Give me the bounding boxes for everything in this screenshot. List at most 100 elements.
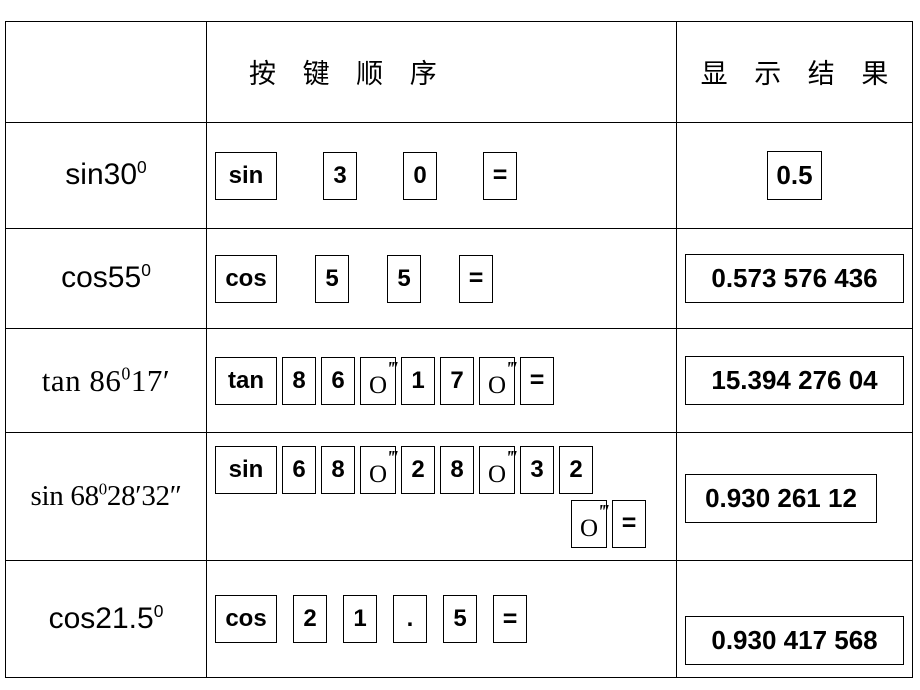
key-sequence-line: cos 5 5 = [215, 254, 670, 303]
expression-label: sin 68028′32″ [6, 480, 206, 513]
key-button-degree-minute-second[interactable]: O ‴ [360, 445, 398, 494]
table-row: cos550 cos 5 5 = 0.573 576 436 [5, 228, 913, 329]
key-button-5a[interactable]: 5 [315, 254, 349, 303]
header-cell-blank [5, 21, 207, 123]
key-sequence-cell: cos 5 5 = [206, 228, 677, 329]
result-display-box: 0.930 261 12 [685, 474, 877, 523]
key-button-sin[interactable]: sin [215, 445, 277, 494]
key-button-2[interactable]: 2 [293, 595, 327, 643]
result-cell: 15.394 276 04 [676, 328, 913, 433]
expression-tail: 17′ [130, 362, 171, 398]
key-button-8b[interactable]: 8 [440, 445, 474, 494]
key-sequence-line: sin 3 0 = [215, 151, 670, 200]
expression-cell: sin 68028′32″ [5, 432, 207, 561]
result-display-box: 0.573 576 436 [685, 254, 904, 303]
table-header-row: 按 键 顺 序 显 示 结 果 [5, 21, 913, 123]
key-sequence-line: tan 8 6 O ‴ 1 7 O ‴ = [215, 356, 670, 405]
result-display-box: 0.930 417 568 [685, 615, 904, 665]
key-button-8[interactable]: 8 [321, 445, 355, 494]
expression-label: cos550 [6, 261, 206, 296]
result-wrap: 15.394 276 04 [677, 352, 912, 409]
expression-main: sin 68 [30, 479, 99, 512]
result-cell: 0.5 [676, 122, 913, 229]
expression-main: sin30 [65, 158, 138, 192]
expression-superscript: 0 [98, 479, 107, 499]
result-cell: 0.930 261 12 [676, 432, 913, 561]
header-key-sequence-label: 按 键 顺 序 [249, 59, 446, 91]
key-button-1[interactable]: 1 [401, 356, 435, 405]
expression-main: tan 86 [41, 362, 122, 398]
result-wrap: 0.930 417 568 [677, 570, 912, 669]
expression-main: cos55 [61, 261, 142, 295]
result-cell: 0.930 417 568 [676, 560, 913, 678]
header-blank-label [6, 69, 206, 75]
key-sequence-line: cos 2 1 . 5 = [215, 595, 670, 643]
key-button-degree-minute-second[interactable]: O ‴ [479, 356, 517, 405]
expression-label: sin300 [6, 158, 206, 193]
expression-superscript: 0 [137, 157, 147, 178]
expression-superscript: 0 [141, 260, 151, 281]
key-button-0[interactable]: 0 [403, 151, 437, 200]
key-button-8[interactable]: 8 [282, 356, 316, 405]
header-display-result-label: 显 示 结 果 [700, 59, 898, 91]
header-cell-key-sequence: 按 键 顺 序 [206, 21, 677, 123]
expression-main: cos21.5 [48, 601, 154, 635]
key-sequence-line: sin 6 8 O ‴ 2 8 O ‴ 3 2 [215, 445, 670, 494]
key-button-equals[interactable]: = [520, 356, 554, 405]
key-button-6[interactable]: 6 [282, 445, 316, 494]
key-sequence-line-2: O ‴ = [215, 499, 670, 548]
key-button-2[interactable]: 2 [401, 445, 435, 494]
table-row: tan 86017′ tan 8 6 O ‴ 1 7 O ‴ = 15.394 … [5, 328, 913, 433]
key-button-5b[interactable]: 5 [387, 254, 421, 303]
key-button-cos[interactable]: cos [215, 595, 277, 643]
key-sequence-wrap: cos 5 5 = [207, 251, 676, 307]
key-button-6[interactable]: 6 [321, 356, 355, 405]
slide-page: 按 键 顺 序 显 示 结 果 sin300 sin 3 0 = 0.5 cos… [0, 0, 920, 690]
result-display-box: 15.394 276 04 [685, 356, 904, 405]
result-wrap: 0.5 [677, 147, 912, 204]
result-wrap: 0.573 576 436 [677, 250, 912, 307]
calculator-key-sequence-table: 按 键 顺 序 显 示 结 果 sin300 sin 3 0 = 0.5 cos… [5, 21, 913, 678]
table-row: cos21.50 cos 2 1 . 5 = 0.930 417 568 [5, 560, 913, 678]
key-button-5[interactable]: 5 [443, 595, 477, 643]
key-sequence-cell: sin 6 8 O ‴ 2 8 O ‴ 3 2 O ‴ = [206, 432, 677, 561]
key-sequence-wrap: tan 8 6 O ‴ 1 7 O ‴ = [207, 353, 676, 409]
result-wrap: 0.930 261 12 [677, 466, 912, 527]
key-button-degree-minute-second[interactable]: O ‴ [360, 356, 398, 405]
result-display-box: 0.5 [767, 151, 822, 200]
key-sequence-cell: cos 2 1 . 5 = [206, 560, 677, 678]
expression-cell: cos550 [5, 228, 207, 329]
expression-tail: 28′32″ [106, 479, 182, 512]
key-sequence-cell: sin 3 0 = [206, 122, 677, 229]
key-button-tan[interactable]: tan [215, 356, 277, 405]
key-sequence-wrap: sin 3 0 = [207, 148, 676, 204]
key-button-degree-minute-second[interactable]: O ‴ [571, 499, 609, 548]
expression-cell: tan 86017′ [5, 328, 207, 433]
expression-superscript: 0 [121, 363, 131, 384]
key-button-equals[interactable]: = [459, 254, 493, 303]
expression-superscript: 0 [153, 600, 164, 621]
table-row: sin 68028′32″ sin 6 8 O ‴ 2 8 O ‴ 3 2 O … [5, 432, 913, 561]
key-button-2b[interactable]: 2 [559, 445, 593, 494]
key-button-equals[interactable]: = [483, 151, 517, 200]
key-button-3[interactable]: 3 [520, 445, 554, 494]
key-button-3[interactable]: 3 [323, 151, 357, 200]
key-button-equals[interactable]: = [612, 499, 646, 548]
result-cell: 0.573 576 436 [676, 228, 913, 329]
expression-cell: cos21.50 [5, 560, 207, 678]
key-button-equals[interactable]: = [493, 595, 527, 643]
key-sequence-cell: tan 8 6 O ‴ 1 7 O ‴ = [206, 328, 677, 433]
expression-label: tan 86017′ [6, 363, 206, 399]
expression-cell: sin300 [5, 122, 207, 229]
key-button-degree-minute-second[interactable]: O ‴ [479, 445, 517, 494]
key-button-cos[interactable]: cos [215, 254, 277, 303]
table-row: sin300 sin 3 0 = 0.5 [5, 122, 913, 229]
expression-label: cos21.50 [6, 602, 206, 637]
key-button-7[interactable]: 7 [440, 356, 474, 405]
key-button-decimal-point[interactable]: . [393, 595, 427, 643]
key-sequence-wrap: sin 6 8 O ‴ 2 8 O ‴ 3 2 O ‴ = [207, 442, 676, 552]
key-button-sin[interactable]: sin [215, 151, 277, 200]
key-sequence-wrap: cos 2 1 . 5 = [207, 591, 676, 647]
header-cell-display-result: 显 示 结 果 [676, 21, 913, 123]
key-button-1[interactable]: 1 [343, 595, 377, 643]
